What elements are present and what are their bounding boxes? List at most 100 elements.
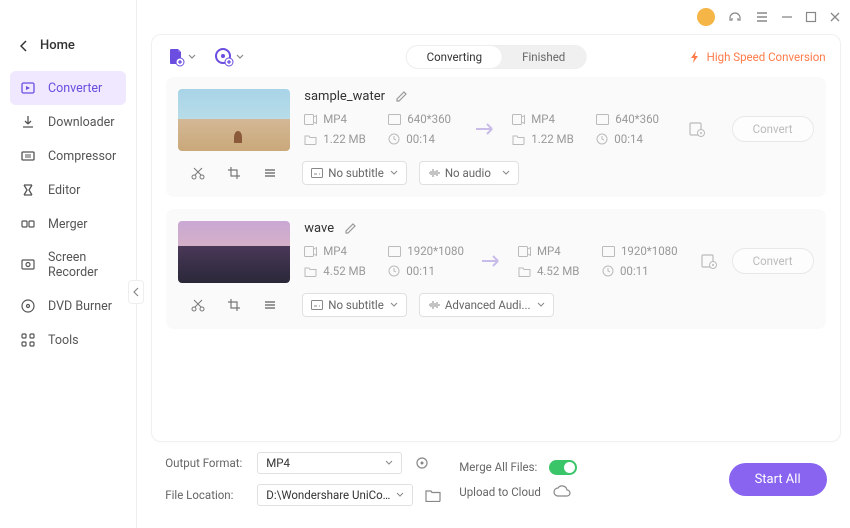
high-speed-conversion[interactable]: High Speed Conversion xyxy=(689,50,826,64)
merge-toggle[interactable] xyxy=(549,460,577,475)
convert-button[interactable]: Convert xyxy=(732,116,814,142)
chevron-down-icon xyxy=(385,460,393,466)
src-res: 640*360 xyxy=(388,112,458,126)
nav-screen-recorder[interactable]: Screen Recorder xyxy=(10,241,126,289)
src-dur: 00:14 xyxy=(388,132,458,146)
nav-label: Downloader xyxy=(48,115,115,130)
nav-editor[interactable]: Editor xyxy=(10,173,126,207)
subtitle-select[interactable]: No subtitle xyxy=(302,161,407,185)
clock-icon xyxy=(596,133,608,145)
folder-icon xyxy=(304,266,317,277)
sidebar: Home Converter Downloader Compressor Edi… xyxy=(0,0,137,528)
clock-icon xyxy=(602,265,614,277)
converter-icon xyxy=(20,80,36,96)
clock-icon xyxy=(388,133,400,145)
menu-icon[interactable] xyxy=(755,10,769,24)
chevron-down-icon xyxy=(188,54,196,60)
chevron-left-icon xyxy=(133,287,139,297)
cloud-icon[interactable] xyxy=(553,485,571,498)
src-format: MP4 xyxy=(304,112,374,126)
settings-icon[interactable] xyxy=(688,120,706,138)
main: Converting Finished High Speed Conversio… xyxy=(137,0,850,528)
audio-select[interactable]: No audio xyxy=(419,161,519,185)
file-title: wave xyxy=(304,221,334,236)
video-icon xyxy=(304,246,317,257)
headset-icon[interactable] xyxy=(727,9,743,25)
dvd-icon xyxy=(20,298,36,314)
add-dvd-button[interactable] xyxy=(214,47,244,67)
card: Converting Finished High Speed Conversio… xyxy=(151,34,840,442)
crop-icon[interactable] xyxy=(227,298,241,312)
nav-converter[interactable]: Converter xyxy=(10,71,126,105)
minimize-icon[interactable] xyxy=(781,11,793,23)
chevron-down-icon xyxy=(502,170,510,176)
nav-compressor[interactable]: Compressor xyxy=(10,139,126,173)
edit-icon[interactable] xyxy=(344,222,357,235)
subtitle-select[interactable]: No subtitle xyxy=(302,293,407,317)
nav-label: Editor xyxy=(48,183,80,198)
chevron-down-icon xyxy=(390,302,398,308)
titlebar xyxy=(137,0,850,34)
arrow-right-icon xyxy=(474,121,496,137)
file-add-icon xyxy=(166,47,186,67)
start-all-button[interactable]: Start All xyxy=(729,463,827,496)
settings-icon[interactable] xyxy=(700,252,718,270)
folder-open-icon[interactable] xyxy=(425,488,441,502)
src-format: MP4 xyxy=(304,244,374,258)
res-icon xyxy=(388,114,401,125)
add-file-button[interactable] xyxy=(166,47,196,67)
edit-icon[interactable] xyxy=(395,90,408,103)
nav-downloader[interactable]: Downloader xyxy=(10,105,126,139)
chevron-left-icon xyxy=(20,40,28,52)
bottom-bar: Output Format: MP4 File Location: D:\Won… xyxy=(151,442,840,518)
disc-add-icon xyxy=(214,47,234,67)
home-row[interactable]: Home xyxy=(0,30,136,61)
audio-select[interactable]: Advanced Audi... xyxy=(419,293,554,317)
chevron-down-icon xyxy=(396,492,404,498)
nav-tools[interactable]: Tools xyxy=(10,323,126,357)
close-icon[interactable] xyxy=(829,11,841,23)
convert-button[interactable]: Convert xyxy=(732,248,814,274)
nav-dvd-burner[interactable]: DVD Burner xyxy=(10,289,126,323)
res-icon xyxy=(602,246,615,257)
nav-label: Tools xyxy=(48,333,79,348)
home-label: Home xyxy=(40,38,75,53)
thumbnail[interactable] xyxy=(178,89,290,151)
gear-icon[interactable] xyxy=(414,455,430,471)
top-icons xyxy=(166,47,244,67)
dst-format: MP4 xyxy=(512,112,582,126)
dst-res: 1920*1080 xyxy=(602,244,678,258)
audio-icon xyxy=(428,300,440,310)
arrow-right-icon xyxy=(480,253,502,269)
maximize-icon[interactable] xyxy=(805,11,817,23)
dst-size: 1.22 MB xyxy=(512,132,582,146)
dst-dur: 00:11 xyxy=(602,264,678,278)
content: Converting Finished High Speed Conversio… xyxy=(137,34,850,528)
thumbnail[interactable] xyxy=(178,221,290,283)
avatar[interactable] xyxy=(697,8,715,26)
output-format-select[interactable]: MP4 xyxy=(257,452,402,474)
nav-merger[interactable]: Merger xyxy=(10,207,126,241)
merger-icon xyxy=(20,216,36,232)
nav-label: Screen Recorder xyxy=(48,250,116,280)
tab-converting[interactable]: Converting xyxy=(407,46,503,68)
effects-icon[interactable] xyxy=(263,166,277,180)
crop-icon[interactable] xyxy=(227,166,241,180)
cut-icon[interactable] xyxy=(191,298,205,312)
collapse-sidebar[interactable] xyxy=(128,280,144,304)
clock-icon xyxy=(388,265,400,277)
nav-label: DVD Burner xyxy=(48,299,112,314)
chevron-down-icon xyxy=(236,54,244,60)
subtitle-icon xyxy=(311,168,323,178)
res-icon xyxy=(388,246,401,257)
cut-icon[interactable] xyxy=(191,166,205,180)
file-location-select[interactable]: D:\Wondershare UniConverter 1 xyxy=(257,484,413,506)
nav-label: Converter xyxy=(48,81,102,96)
tab-finished[interactable]: Finished xyxy=(502,46,585,68)
src-dur: 00:11 xyxy=(388,264,464,278)
folder-icon xyxy=(518,266,531,277)
dst-dur: 00:14 xyxy=(596,132,666,146)
effects-icon[interactable] xyxy=(263,298,277,312)
screen-recorder-icon xyxy=(20,257,36,273)
subtitle-icon xyxy=(311,300,323,310)
